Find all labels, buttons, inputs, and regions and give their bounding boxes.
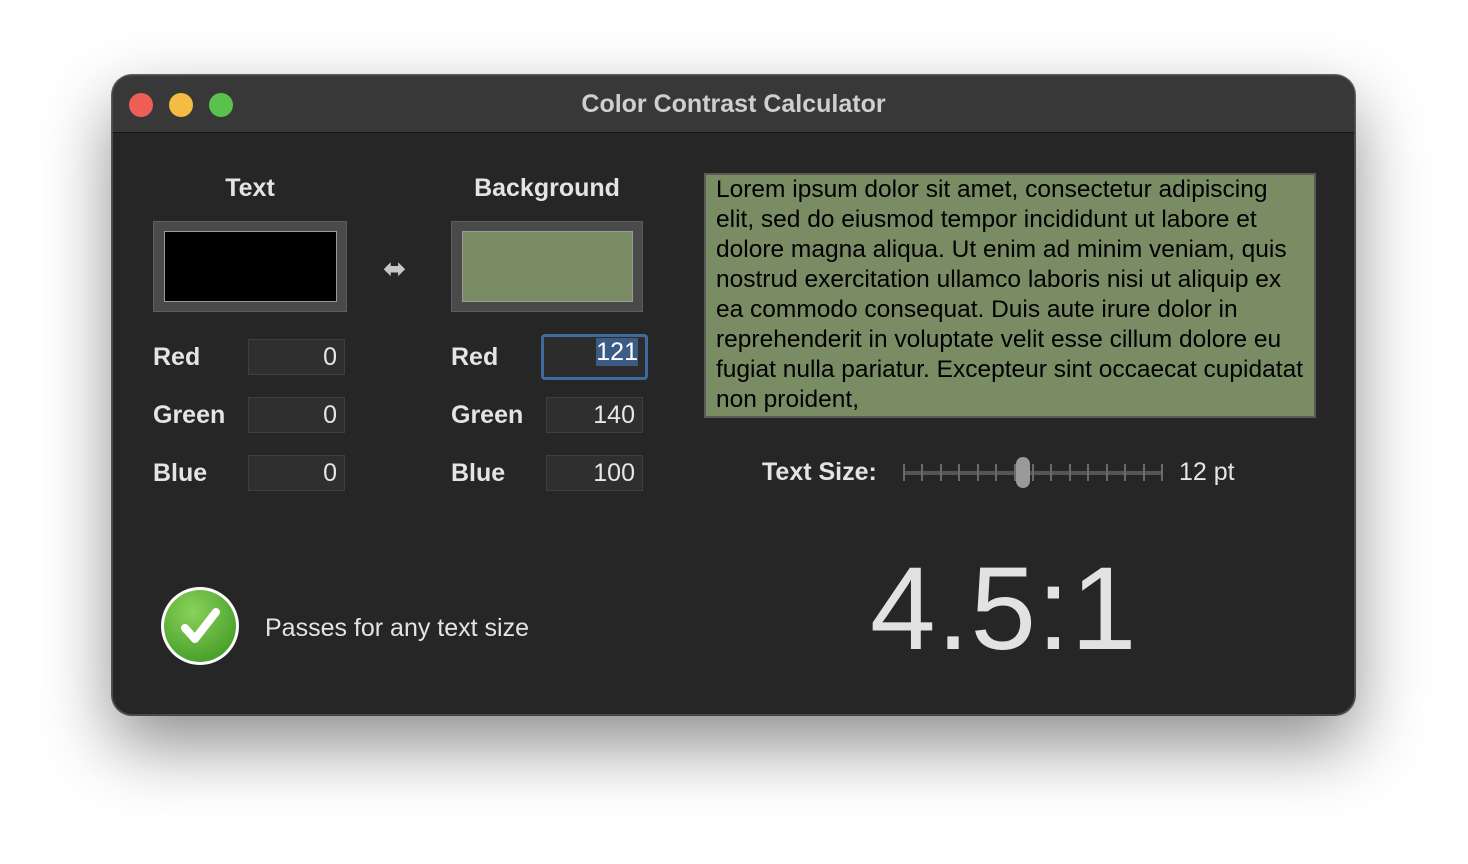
status-text: Passes for any text size	[265, 614, 530, 642]
text-size-value: 12 pt	[1179, 458, 1235, 486]
left-right-arrow-icon[interactable]: ⬌	[383, 252, 406, 285]
main-window: Color Contrast Calculator Text ⬌ Backgro…	[112, 75, 1355, 715]
text-blue-field[interactable]: 0	[248, 455, 345, 491]
text-green-label: Green	[153, 401, 226, 429]
slider-tick	[1106, 464, 1108, 481]
window-title: Color Contrast Calculator	[581, 90, 886, 118]
slider-knob[interactable]	[1016, 457, 1030, 488]
text-red-field[interactable]: 0	[248, 339, 345, 375]
background-green-field[interactable]: 140	[546, 397, 643, 433]
background-blue-field[interactable]: 100	[546, 455, 643, 491]
background-red-value: 121	[596, 338, 638, 366]
slider-tick	[1124, 464, 1126, 481]
background-color-heading: Background	[474, 174, 620, 202]
background-green-label: Green	[451, 401, 524, 429]
slider-tick	[921, 464, 923, 481]
background-red-label: Red	[451, 343, 499, 371]
text-red-label: Red	[153, 343, 201, 371]
checkmark-circle-icon	[161, 587, 239, 665]
slider-tick	[958, 464, 960, 481]
background-color-swatch	[462, 231, 633, 302]
slider-tick	[940, 464, 942, 481]
text-size-label: Text Size:	[762, 458, 877, 486]
preview-text-area[interactable]: Lorem ipsum dolor sit amet, consectetur …	[704, 173, 1316, 418]
text-size-slider[interactable]	[903, 456, 1163, 490]
background-color-well[interactable]	[451, 221, 643, 312]
slider-tick	[1161, 464, 1163, 481]
slider-tick	[1032, 464, 1034, 481]
text-color-swatch	[164, 231, 337, 302]
contrast-ratio: 4.5:1	[870, 543, 1138, 675]
slider-tick	[1087, 464, 1089, 481]
text-blue-label: Blue	[153, 459, 208, 487]
text-color-well[interactable]	[153, 221, 347, 312]
slider-tick	[977, 464, 979, 481]
slider-tick	[995, 464, 997, 481]
background-blue-label: Blue	[451, 459, 506, 487]
text-green-field[interactable]: 0	[248, 397, 345, 433]
title-bar[interactable]: Color Contrast Calculator	[113, 76, 1354, 133]
slider-tick	[1050, 464, 1052, 481]
slider-tick	[1069, 464, 1071, 481]
background-red-field[interactable]: 121	[541, 334, 648, 380]
text-color-heading: Text	[225, 174, 275, 202]
slider-tick	[1143, 464, 1145, 481]
slider-tick	[903, 464, 905, 481]
